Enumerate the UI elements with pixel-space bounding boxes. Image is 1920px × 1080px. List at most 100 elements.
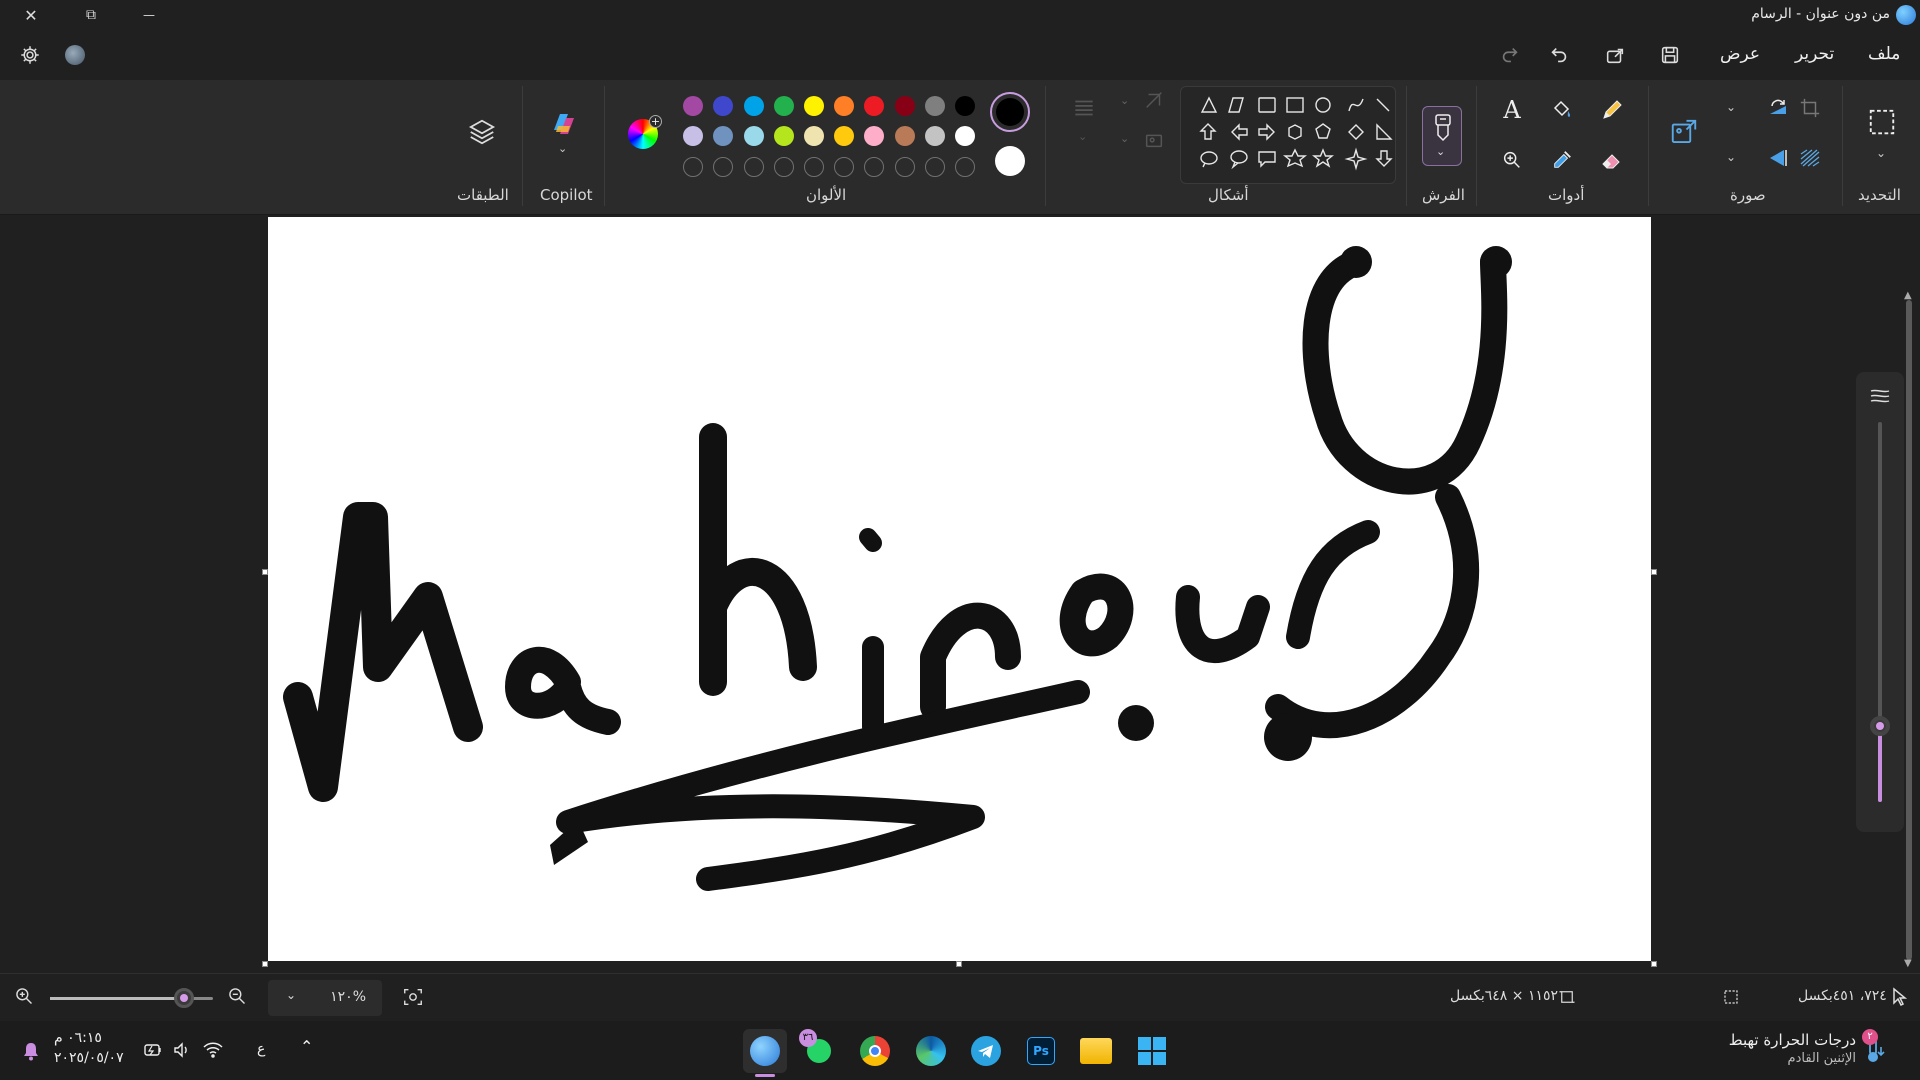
taskbar-edge[interactable] <box>909 1029 953 1073</box>
layers-button[interactable] <box>464 114 500 150</box>
color-swatch[interactable] <box>683 126 704 146</box>
custom-color-slot[interactable] <box>773 157 794 177</box>
custom-color-slot[interactable] <box>864 157 885 177</box>
color-swatch[interactable] <box>924 96 945 116</box>
shape-fill-button[interactable] <box>1136 82 1172 118</box>
menu-view[interactable]: عرض <box>1720 44 1760 64</box>
wifi-icon[interactable] <box>202 1039 224 1063</box>
zoom-in-button[interactable] <box>14 986 34 1010</box>
zoom-out-button[interactable] <box>227 986 247 1010</box>
color-swatch[interactable] <box>924 126 945 146</box>
custom-color-slot[interactable] <box>894 157 915 177</box>
custom-color-slot[interactable] <box>743 157 764 177</box>
custom-color-slot[interactable] <box>834 157 855 177</box>
custom-color-slot[interactable] <box>683 157 704 177</box>
input-language[interactable]: ع <box>257 1041 265 1057</box>
flip-chevron-icon[interactable]: ⌄ <box>1726 150 1736 164</box>
resize-handle-left[interactable] <box>262 569 268 575</box>
color1-slot[interactable] <box>990 92 1030 132</box>
color-swatch[interactable] <box>894 96 915 116</box>
undo-button[interactable] <box>1544 40 1574 70</box>
resize-handle-bottom[interactable] <box>956 961 962 967</box>
color-swatch[interactable] <box>773 96 794 116</box>
weather-subtitle[interactable]: الإثنين القادم <box>1788 1051 1856 1066</box>
resize-handle-bottom-right[interactable] <box>1651 961 1657 967</box>
edit-colors-button[interactable]: + <box>625 115 662 152</box>
image-creator-button[interactable] <box>1666 114 1702 150</box>
color-swatch[interactable] <box>894 126 915 146</box>
taskbar-chrome[interactable] <box>853 1029 897 1073</box>
color-picker-button[interactable] <box>1544 142 1580 178</box>
tray-overflow-icon[interactable]: ⌃ <box>300 1037 313 1056</box>
weather-title[interactable]: درجات الحرارة تهبط <box>1729 1031 1856 1049</box>
color-swatch[interactable] <box>804 96 824 116</box>
color-swatch[interactable] <box>834 96 855 116</box>
taskbar-paint[interactable] <box>743 1029 787 1077</box>
copilot-chevron-icon[interactable]: ⌄ <box>558 142 567 155</box>
rotate-button[interactable] <box>1760 90 1796 126</box>
taskbar-file-explorer[interactable] <box>1074 1029 1118 1073</box>
close-button[interactable]: ✕ <box>8 0 54 30</box>
color-swatch[interactable] <box>773 126 794 146</box>
color-swatch[interactable] <box>955 96 975 116</box>
eraser-tool-button[interactable] <box>1594 142 1630 178</box>
remove-background-button[interactable] <box>1792 140 1828 176</box>
selection-button[interactable] <box>1864 104 1900 140</box>
restore-button[interactable]: ⧉ <box>68 0 114 30</box>
shape-outline-button[interactable] <box>1066 90 1102 126</box>
pencil-tool-button[interactable] <box>1594 92 1630 128</box>
drawing-canvas[interactable] <box>268 217 1651 961</box>
rotate-chevron-icon[interactable]: ⌄ <box>1726 100 1736 114</box>
zoom-slider-thumb[interactable] <box>173 988 194 1008</box>
clock-time[interactable]: ٠٦:١٥ م <box>54 1030 102 1046</box>
taskbar-telegram[interactable] <box>964 1029 1008 1073</box>
custom-color-slot[interactable] <box>924 157 945 177</box>
notifications-button[interactable] <box>22 1041 40 1065</box>
save-button[interactable] <box>1655 40 1685 70</box>
resize-handle-bottom-left[interactable] <box>262 961 268 967</box>
share-button[interactable] <box>1600 40 1630 70</box>
vertical-scrollbar[interactable] <box>1906 300 1912 960</box>
crop-button[interactable] <box>1792 90 1828 126</box>
custom-color-slot[interactable] <box>955 157 975 177</box>
zoom-slider[interactable] <box>50 988 213 1008</box>
taskbar-photoshop[interactable]: Ps <box>1019 1029 1063 1073</box>
custom-color-slot[interactable] <box>713 157 734 177</box>
selection-chevron-icon[interactable]: ⌄ <box>1876 146 1886 160</box>
color-swatch[interactable] <box>955 126 975 146</box>
brush-size-slider[interactable] <box>1870 422 1890 802</box>
clock-date[interactable]: ٢٠٢٥/٠٥/٠٧ <box>54 1050 124 1066</box>
color-swatch[interactable] <box>834 126 855 146</box>
copilot-button[interactable] <box>546 106 582 142</box>
secondary-color-swatch[interactable] <box>995 146 1025 176</box>
color-swatch[interactable] <box>743 96 764 116</box>
shape-style-button[interactable] <box>1136 122 1172 158</box>
fill-tool-button[interactable] <box>1544 92 1580 128</box>
text-tool-button[interactable]: A <box>1494 92 1530 128</box>
color-swatch[interactable] <box>683 96 704 116</box>
account-button[interactable] <box>60 40 90 70</box>
volume-icon[interactable] <box>172 1040 192 1064</box>
scroll-down-icon[interactable]: ▼ <box>1904 958 1912 969</box>
minimize-button[interactable]: — <box>126 0 172 30</box>
redo-button[interactable] <box>1495 40 1525 70</box>
weather-widget-button[interactable]: ٢ <box>1860 1029 1888 1069</box>
scroll-up-icon[interactable]: ▲ <box>1904 290 1912 301</box>
battery-icon[interactable] <box>142 1040 164 1064</box>
magnifier-tool-button[interactable] <box>1494 142 1530 178</box>
taskbar-whatsapp[interactable]: ٣٦ <box>797 1029 841 1073</box>
zoom-dropdown[interactable]: ⌄ ١٢٠% <box>268 980 382 1016</box>
fit-to-window-button[interactable] <box>402 986 424 1012</box>
brush-size-thumb[interactable] <box>1870 716 1890 736</box>
start-button[interactable] <box>1130 1029 1174 1073</box>
color-swatch[interactable] <box>804 126 824 146</box>
brushes-button[interactable]: ⌄ <box>1422 106 1462 166</box>
color-swatch[interactable] <box>743 126 764 146</box>
color-swatch[interactable] <box>864 126 885 146</box>
menu-edit[interactable]: تحرير <box>1795 44 1834 64</box>
flip-button[interactable] <box>1760 140 1796 176</box>
color-swatch[interactable] <box>713 96 734 116</box>
custom-color-slot[interactable] <box>804 157 824 177</box>
resize-handle-right[interactable] <box>1651 569 1657 575</box>
color-swatch[interactable] <box>864 96 885 116</box>
